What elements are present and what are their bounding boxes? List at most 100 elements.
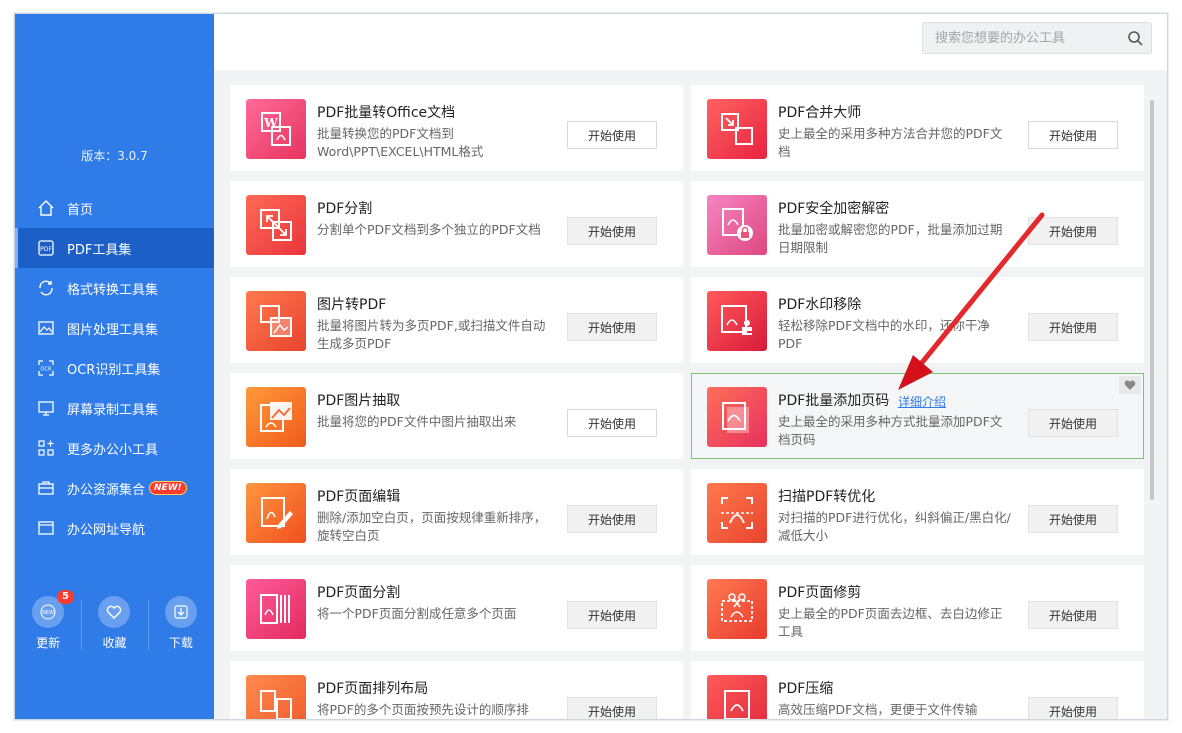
image-icon (37, 319, 55, 337)
sidebar-item-office-resources[interactable]: 办公资源集合 NEW! (15, 468, 214, 508)
tool-card[interactable]: PDF批量添加页码史上最全的采用多种方式批量添加PDF文档页码 开始使用 详细介绍 (691, 373, 1144, 459)
card-description: 史上最全的采用多种方法合并您的PDF文档 (778, 126, 1003, 159)
start-button[interactable]: 开始使用 (1028, 601, 1118, 629)
start-button[interactable]: 开始使用 (567, 505, 657, 533)
start-button[interactable]: 开始使用 (1028, 409, 1118, 437)
card-title: 扫描PDF转优化 (778, 489, 876, 505)
pdf-icon: PDF (37, 239, 55, 257)
favorites-label: 收藏 (102, 636, 127, 650)
watermark-remove-icon (707, 291, 767, 351)
sidebar-item-label: OCR识别工具集 (67, 362, 161, 378)
page-number-icon (707, 387, 767, 447)
heart-icon[interactable] (1119, 376, 1141, 394)
card-title: PDF页面排列布局 (317, 681, 429, 697)
lock-icon (707, 195, 767, 255)
tool-card[interactable]: PDF图片抽取 批量将您的PDF文件中图片抽取出来 开始使用 (230, 373, 683, 459)
image-to-pdf-icon (246, 291, 306, 351)
download-button[interactable]: 下载 (147, 596, 214, 656)
svg-text:NEW: NEW (42, 610, 54, 616)
tool-grid: W PDF批量转Office文档 批量转换您的PDF文档到Word\PPT\EXCE… (214, 70, 1167, 719)
download-label: 下载 (168, 636, 193, 650)
app-window: 版本：3.0.7 首页 PDF PDF工具集 格式转换工具集 图片处理工具集 O… (14, 13, 1168, 720)
update-button[interactable]: NEW 5 更新 (15, 590, 81, 656)
scrollbar[interactable] (1150, 100, 1154, 500)
sidebar-item-image-tools[interactable]: 图片处理工具集 (15, 308, 214, 348)
card-title: PDF合并大师 (778, 105, 862, 121)
sidebar-item-ocr[interactable]: OCR OCR识别工具集 (15, 348, 214, 388)
start-button[interactable]: 开始使用 (1028, 217, 1118, 245)
card-description: 批量加密或解密您的PDF，批量添加过期日期限制 (778, 222, 1003, 255)
card-title: PDF水印移除 (778, 297, 862, 313)
start-button[interactable]: 开始使用 (1028, 505, 1118, 533)
card-title: PDF页面编辑 (317, 489, 401, 505)
card-description: 高效压缩PDF文档，更便于文件传输 (778, 702, 978, 717)
sidebar-item-label: 办公资源集合 (67, 482, 146, 498)
sidebar-item-format-convert[interactable]: 格式转换工具集 (15, 268, 214, 308)
sidebar-item-label: PDF工具集 (67, 242, 132, 258)
split-icon (246, 195, 306, 255)
search-icon[interactable] (1127, 30, 1143, 46)
card-title: PDF批量添加页码 (778, 393, 890, 409)
sidebar-item-pdf-tools[interactable]: PDF PDF工具集 (15, 228, 214, 268)
tool-card[interactable]: PDF合并大师史上最全的采用多种方法合并您的PDF文档 开始使用 (691, 85, 1144, 171)
favorites-button[interactable]: 收藏 (81, 596, 147, 656)
start-button[interactable]: 开始使用 (567, 697, 657, 719)
tool-card[interactable]: PDF页面修剪 史上最全的PDF页面去边框、去白边修正工具 开始使用 (691, 565, 1144, 651)
card-description: 史上最全的PDF页面去边框、去白边修正工具 (778, 606, 1003, 639)
sidebar-item-label: 屏幕录制工具集 (67, 402, 159, 418)
tool-card[interactable]: PDF水印移除 轻松移除PDF文档中的水印，还你干净PDF 开始使用 (691, 277, 1144, 363)
image-extract-icon (246, 387, 306, 447)
svg-text:PDF: PDF (40, 246, 52, 253)
heart-icon (98, 596, 131, 628)
crop-icon (707, 579, 767, 639)
sidebar: 版本：3.0.7 首页 PDF PDF工具集 格式转换工具集 图片处理工具集 O… (15, 14, 214, 719)
card-description: 史上最全的采用多种方式批量添加PDF文档页码 (778, 414, 1003, 447)
scan-optimize-icon (707, 483, 767, 543)
card-description: 将PDF的多个页面按预先设计的顺序排 (317, 702, 529, 717)
page-split-icon (246, 579, 306, 639)
start-button[interactable]: 开始使用 (1028, 313, 1118, 341)
search-box (922, 22, 1152, 54)
search-input[interactable] (923, 23, 1113, 53)
ocr-icon: OCR (37, 359, 55, 377)
start-button[interactable]: 开始使用 (567, 313, 657, 341)
convert-icon (37, 279, 55, 297)
download-icon (164, 596, 197, 628)
briefcase-icon (37, 479, 55, 497)
card-title: 图片转PDF (317, 297, 387, 313)
sidebar-item-home[interactable]: 首页 (15, 188, 214, 228)
card-title: PDF安全加密解密 (778, 201, 890, 217)
new-badge: NEW! (149, 481, 187, 495)
start-button[interactable]: 开始使用 (567, 409, 657, 437)
tool-card[interactable]: PDF页面排列布局将PDF的多个页面按预先设计的顺序排 开始使用 (230, 661, 683, 719)
tool-card[interactable]: PDF安全加密解密批量加密或解密您的PDF，批量添加过期日期限制 开始使用 (691, 181, 1144, 267)
tool-card[interactable]: 扫描PDF转优化 对扫描的PDF进行优化，纠斜偏正/黑白化/减低大小 开始使用 (691, 469, 1144, 555)
tool-card[interactable]: PDF页面编辑删除/添加空白页，页面按规律重新排序，旋转空白页 开始使用 (230, 469, 683, 555)
start-button[interactable]: 开始使用 (1028, 121, 1118, 149)
merge-icon (707, 99, 767, 159)
card-description: 删除/添加空白页，页面按规律重新排序，旋转空白页 (317, 510, 547, 543)
detail-link[interactable]: 详细介绍 (898, 393, 946, 410)
start-button[interactable]: 开始使用 (567, 217, 657, 245)
start-button[interactable]: 开始使用 (567, 601, 657, 629)
browser-icon (37, 519, 55, 537)
sidebar-item-screen-record[interactable]: 屏幕录制工具集 (15, 388, 214, 428)
monitor-icon (37, 399, 55, 417)
sidebar-item-web-nav[interactable]: 办公网址导航 (15, 508, 214, 548)
update-count-badge: 5 (57, 590, 74, 604)
svg-text:OCR: OCR (41, 367, 52, 373)
tool-card[interactable]: PDF分割 分割单个PDF文档到多个独立的PDF文档 开始使用 (230, 181, 683, 267)
tool-card[interactable]: PDF页面分割 将一个PDF页面分割成任意多个页面 开始使用 (230, 565, 683, 651)
tool-card[interactable]: PDF压缩 高效压缩PDF文档，更便于文件传输 开始使用 (691, 661, 1144, 719)
version-label: 版本：3.0.7 (81, 149, 148, 163)
start-button[interactable]: 开始使用 (1028, 697, 1118, 719)
page-edit-icon (246, 483, 306, 543)
card-title: PDF分割 (317, 201, 373, 217)
home-icon (37, 199, 55, 217)
sidebar-item-more-tools[interactable]: 更多办公小工具 (15, 428, 214, 468)
card-title: PDF批量转Office文档 (317, 105, 456, 121)
tool-card[interactable]: 图片转PDF 批量将图片转为多页PDF,或扫描文件自动生成多页PDF 开始使用 (230, 277, 683, 363)
tool-card[interactable]: W PDF批量转Office文档 批量转换您的PDF文档到Word\PPT\EXCE… (230, 85, 683, 171)
sidebar-item-label: 首页 (67, 202, 94, 218)
start-button[interactable]: 开始使用 (567, 121, 657, 149)
